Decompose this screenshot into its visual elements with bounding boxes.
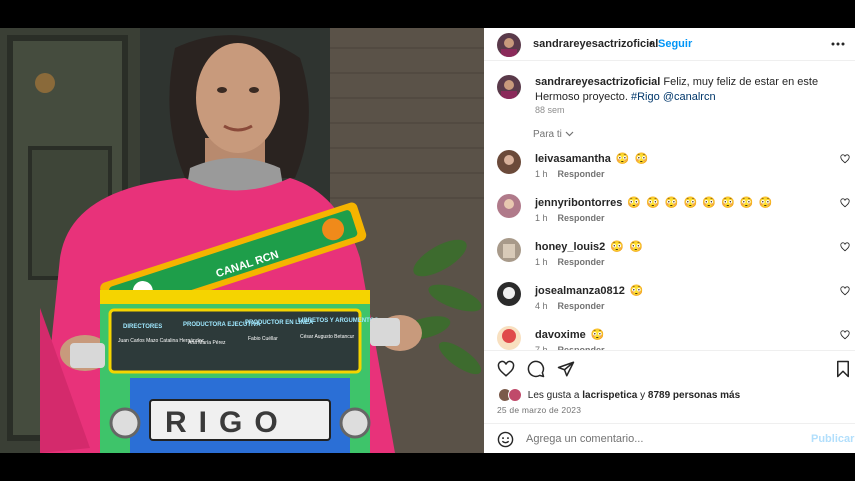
credit-names-3: Fabio Cuéllar: [248, 336, 278, 342]
credit-names-2: Ana María Pérez: [188, 340, 226, 346]
comment-text: 😳 😳: [610, 241, 644, 253]
comment-text: 😳: [590, 329, 606, 341]
comment-avatar[interactable]: [497, 194, 521, 218]
comment-text: 😳 😳 😳 😳 😳 😳 😳 😳: [627, 197, 774, 209]
reply-button[interactable]: Responder: [558, 169, 605, 179]
comment-avatar[interactable]: [497, 282, 521, 306]
sort-dropdown[interactable]: Para ti: [533, 129, 574, 140]
likes-summary[interactable]: Les gusta a lacrispetica y 8789 personas…: [498, 388, 740, 402]
like-comment-heart-icon[interactable]: [840, 198, 850, 208]
comment-item: josealmanza0812 😳 4 h Responder: [484, 282, 855, 326]
caption-time: 88 sem: [535, 105, 565, 115]
comment-bubble-icon[interactable]: [527, 360, 545, 378]
share-paper-plane-icon[interactable]: [557, 360, 575, 378]
likes-prefix: Les gusta a: [527, 389, 580, 401]
follow-button[interactable]: Seguir: [658, 38, 692, 50]
header-separator: •: [649, 38, 653, 50]
comment-item: leivasamantha 😳 😳 1 h Responder: [484, 150, 855, 194]
bookmark-icon[interactable]: [834, 360, 852, 378]
liker-avatar: [508, 388, 522, 402]
post-photo: CANAL RCN DIRECTORES PRODUCTORA EJECUTIV…: [0, 28, 484, 453]
like-comment-heart-icon[interactable]: [840, 242, 850, 252]
comments-list[interactable]: leivasamantha 😳 😳 1 h Responder jennyribon…: [484, 148, 855, 350]
publish-button[interactable]: Publicar: [811, 433, 854, 445]
post-header: sandrareyesactrizoficial • Seguir: [484, 28, 855, 61]
credit-role-1: DIRECTORES: [123, 324, 162, 330]
like-comment-heart-icon[interactable]: [840, 330, 850, 340]
author-username[interactable]: sandrareyesactrizoficial: [533, 38, 658, 50]
comment-username[interactable]: honey_louis2: [535, 241, 605, 253]
comment-input[interactable]: [526, 430, 786, 448]
post-date: 25 de marzo de 2023: [497, 405, 582, 415]
likes-count[interactable]: 8789 personas más: [648, 390, 740, 401]
caption-username[interactable]: sandrareyesactrizoficial: [535, 76, 660, 88]
like-heart-icon[interactable]: [497, 360, 515, 378]
comment-item: jennyribontorres 😳 😳 😳 😳 😳 😳 😳 😳 1 h Respo…: [484, 194, 855, 238]
comment-item: honey_louis2 😳 😳 1 h Responder: [484, 238, 855, 282]
more-horizontal-icon[interactable]: [830, 38, 846, 50]
add-comment-bar: Publicar: [484, 423, 855, 453]
sort-label: Para ti: [533, 129, 562, 140]
comment-time: 1 h: [535, 213, 548, 223]
reply-button[interactable]: Responder: [558, 213, 605, 223]
letterbox-top: [0, 0, 855, 28]
mention-link[interactable]: @canalrcn: [663, 91, 716, 103]
likes-conjunction: y: [640, 389, 646, 401]
credit-names-4: César Augusto Betancur: [300, 334, 355, 340]
comment-username[interactable]: josealmanza0812: [535, 285, 625, 297]
comment-username[interactable]: davoxime: [535, 329, 586, 341]
reply-button[interactable]: Responder: [558, 301, 605, 311]
comment-time: 1 h: [535, 257, 548, 267]
comment-item: davoxime 😳 7 h Responder: [484, 326, 855, 350]
comment-avatar[interactable]: [497, 326, 521, 350]
plate-text: RIGO: [165, 406, 290, 439]
comment-text: 😳: [629, 285, 645, 297]
photo-illustration: CANAL RCN DIRECTORES PRODUCTORA EJECUTIV…: [0, 28, 484, 453]
comment-avatar[interactable]: [497, 238, 521, 262]
comment-username[interactable]: jennyribontorres: [535, 197, 622, 209]
emoji-smiley-icon[interactable]: [497, 431, 514, 448]
caption-avatar[interactable]: [497, 75, 521, 99]
like-comment-heart-icon[interactable]: [840, 286, 850, 296]
chevron-down-icon: [565, 129, 574, 140]
credit-role-4: LIBRETOS Y ARGUMENTOS: [298, 318, 378, 324]
author-avatar[interactable]: [497, 33, 521, 57]
letterbox-bottom: [0, 453, 855, 481]
caption-text: sandrareyesactrizoficial Feliz, muy feli…: [535, 75, 845, 105]
liker-username[interactable]: lacrispetica: [582, 390, 637, 401]
hashtag-link[interactable]: #Rigo: [631, 91, 660, 103]
post-panel: sandrareyesactrizoficial • Seguir sandra…: [484, 28, 855, 453]
reply-button[interactable]: Responder: [558, 257, 605, 267]
comment-time: 4 h: [535, 301, 548, 311]
comment-username[interactable]: leivasamantha: [535, 153, 611, 165]
comment-text: 😳 😳: [615, 153, 650, 165]
like-comment-heart-icon[interactable]: [840, 154, 850, 164]
comment-time: 1 h: [535, 169, 548, 179]
comment-avatar[interactable]: [497, 150, 521, 174]
